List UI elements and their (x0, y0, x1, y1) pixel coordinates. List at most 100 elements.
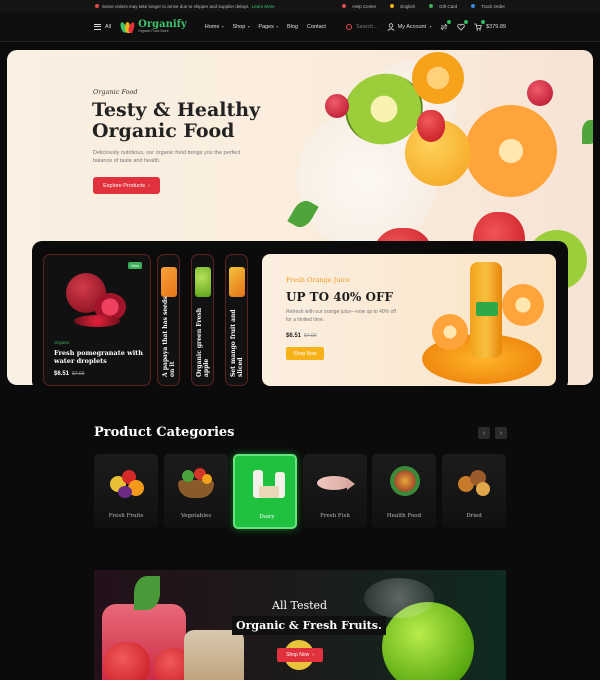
language-selector[interactable]: English (390, 4, 415, 9)
hero-script-label: Organic Food (93, 88, 138, 96)
hero-title-line1: Testy & Healthy (92, 99, 261, 121)
cart-badge (481, 19, 486, 24)
top-info-bar: Some orders may take longer to arrive du… (0, 0, 600, 12)
account-label: My Account (397, 23, 427, 30)
hero-title-line2: Organic Food (92, 120, 235, 142)
cart-icon-wrap (474, 19, 486, 31)
nav-pages-label: Pages (258, 23, 274, 30)
category-dairy[interactable]: Dairy (233, 454, 297, 529)
dairy-image (247, 466, 287, 502)
category-vegetables[interactable]: Vegetables (164, 454, 228, 528)
nav-pages[interactable]: Pages ▾ (258, 24, 278, 30)
nav-blog[interactable]: Blog (287, 24, 298, 30)
category-health-food[interactable]: Health Food (372, 454, 436, 528)
help-icon (342, 4, 347, 8)
promo-subtitle: Fresh Orange Juice (286, 276, 350, 284)
cart-button[interactable]: $379.89 (474, 19, 506, 31)
promo-price-current: $6.51 (286, 333, 302, 339)
language-label: English (400, 3, 416, 9)
category-label: Fresh Fish (320, 513, 350, 519)
orange-juice-promo[interactable]: Fresh Orange Juice UP TO 40% OFF Refresh… (262, 254, 556, 386)
explore-label: Explore Products (103, 182, 146, 189)
health-food-image (384, 464, 424, 500)
learn-more-link[interactable]: Learn More (252, 4, 275, 9)
nav-home-label: Home (204, 23, 220, 30)
compare-button[interactable] (440, 19, 452, 31)
promo-description: Refresh with our orange juice—now up to … (286, 309, 396, 323)
banner-shop-now-button[interactable]: Shop Now › (277, 648, 323, 662)
explore-products-button[interactable]: Explore Products › (93, 177, 160, 194)
all-label: All (105, 23, 112, 30)
help-center-link[interactable]: Help Center (342, 4, 376, 9)
notice-text: Some orders may take longer to arrive du… (102, 3, 250, 9)
account-menu[interactable]: My Account ▾ (387, 22, 431, 31)
wishlist-badge (464, 19, 469, 24)
category-fresh-fruits[interactable]: Fresh Fruits (94, 454, 158, 528)
category-dried[interactable]: Dried (442, 454, 506, 528)
nav-contact[interactable]: Contact (307, 24, 326, 30)
product-name: A papaya that has seeds on it (162, 296, 176, 377)
main-nav: Home ▾ Shop ▾ Pages ▾ Blog Contact (205, 24, 326, 30)
banner-cta-label: Shop Now (286, 652, 310, 658)
product-category: Organic (54, 340, 70, 345)
next-arrow-button[interactable]: › (495, 427, 507, 439)
product-name[interactable]: Fresh pomegranate with water droplets (54, 349, 144, 365)
nav-shop[interactable]: Shop ▾ (232, 24, 249, 30)
vegetable-basket-image (176, 464, 216, 500)
category-label: Dried (466, 513, 482, 519)
shipping-notice: Some orders may take longer to arrive du… (95, 4, 342, 9)
brand-name: Organify (138, 19, 187, 30)
search-input[interactable]: Search... (356, 24, 378, 30)
product-card-mango[interactable]: Set mango fruit and sliced (225, 254, 248, 386)
promo-shop-now-button[interactable]: Shop Now (286, 347, 324, 360)
prev-arrow-button[interactable]: ‹ (478, 427, 490, 439)
cart-icon (474, 23, 482, 31)
product-price: $6.51 $7.99 (54, 371, 85, 377)
hero-description: Deliciously nutritious, our organic food… (93, 150, 241, 164)
featured-product-card[interactable]: New Organic Fresh pomegranate with water… (43, 254, 151, 386)
category-label: Vegetables (180, 513, 212, 519)
fruit-basket-image (106, 464, 146, 500)
banner-title-line2: Organic & Fresh Fruits. (232, 616, 386, 635)
help-label: Help Center (352, 3, 377, 9)
price-current: $6.51 (54, 371, 70, 377)
category-carousel: Fresh Fruits Vegetables Dairy Fresh Fish… (94, 454, 506, 529)
chevron-right-icon: › (312, 652, 314, 658)
promo-price-old: $7.99 (304, 333, 317, 339)
cart-total: $379.89 (486, 23, 506, 30)
dried-fruit-image (454, 464, 494, 500)
logo[interactable]: Organify Organic Food Store (119, 19, 187, 35)
nav-home[interactable]: Home ▾ (205, 24, 224, 30)
track-label: Track Order (481, 3, 505, 9)
category-fresh-fish[interactable]: Fresh Fish (303, 454, 367, 528)
price-old: $7.99 (72, 371, 85, 377)
product-name: Organic green Fresh apple (196, 307, 210, 377)
menu-icon (94, 23, 101, 30)
compare-badge (447, 19, 452, 24)
alert-icon (95, 4, 99, 8)
chevron-right-icon: › (148, 182, 150, 189)
gift-icon (429, 4, 434, 8)
user-icon (387, 22, 395, 31)
gift-card-link[interactable]: Gift Card (429, 4, 457, 9)
flag-icon (390, 4, 395, 8)
wishlist-button[interactable] (457, 19, 469, 31)
track-order-link[interactable]: Track Order (471, 4, 505, 9)
hero-title: Testy & Healthy Organic Food (92, 100, 292, 142)
carousel-arrows: ‹ › (478, 427, 507, 439)
search-icon (345, 23, 352, 30)
product-card-papaya[interactable]: A papaya that has seeds on it (157, 254, 180, 386)
compare-icon (440, 23, 448, 30)
promo-headline: UP TO 40% OFF (286, 290, 393, 304)
search-box[interactable]: Search... (345, 23, 378, 30)
promo-price: $6.51 $7.99 (286, 333, 317, 339)
product-card-apple[interactable]: Organic green Fresh apple (191, 254, 214, 386)
product-name: Set mango fruit and sliced (230, 309, 244, 377)
new-badge: New (127, 262, 142, 269)
heart-icon (457, 23, 465, 31)
all-categories-button[interactable]: All (94, 23, 112, 30)
chevron-down-icon: ▾ (247, 23, 250, 29)
gift-label: Gift Card (439, 3, 458, 9)
banner-title-line1: All Tested (272, 599, 328, 612)
organic-fruits-banner: All Tested Organic & Fresh Fruits. Shop … (94, 570, 506, 680)
